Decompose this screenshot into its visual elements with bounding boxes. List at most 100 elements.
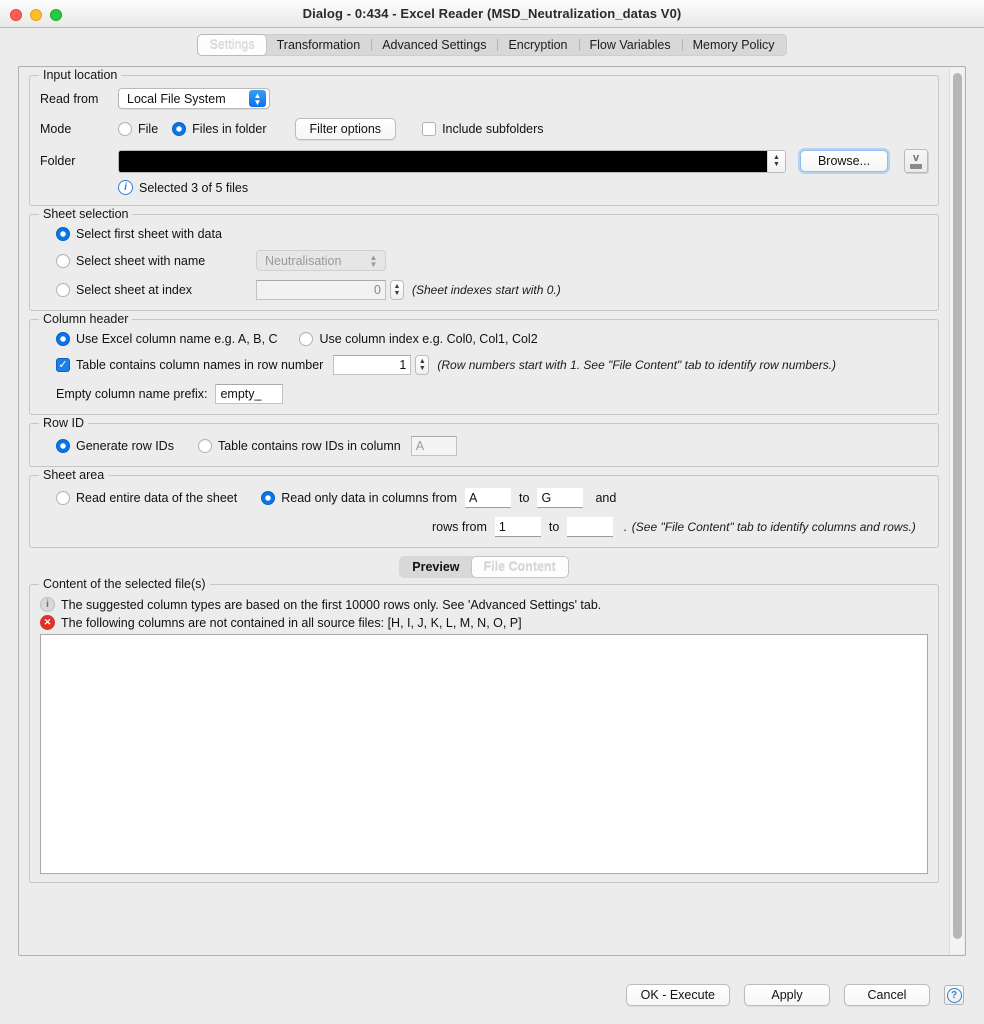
folder-row: Folder ▲ ▼ Browse... v <box>40 149 928 173</box>
group-input-location: Input location Read from Local File Syst… <box>29 68 939 206</box>
column-from-input[interactable]: A <box>465 488 512 508</box>
radio-select-sheet-with-name[interactable] <box>56 253 70 268</box>
question-mark-icon: ? <box>946 987 962 1003</box>
tab-memory-policy[interactable]: Memory Policy <box>681 35 786 55</box>
column-to-input[interactable]: G <box>537 488 584 508</box>
column-names-row-number-row: Table contains column names in row numbe… <box>40 355 928 375</box>
empty-prefix-row: Empty column name prefix: empty_ <box>40 384 928 404</box>
apply-button[interactable]: Apply <box>744 984 830 1006</box>
chevron-updown-icon[interactable]: ▲ ▼ <box>767 150 785 172</box>
folder-label: Folder <box>40 154 76 168</box>
filter-options-button[interactable]: Filter options <box>294 118 397 140</box>
info-message-text: The suggested column types are based on … <box>61 597 602 612</box>
tab-transformation[interactable]: Transformation <box>266 35 372 55</box>
tab-flow-variables[interactable]: Flow Variables <box>578 35 682 55</box>
group-legend-sheet-selection: Sheet selection <box>39 207 133 221</box>
radio-read-only-columns[interactable] <box>261 491 276 505</box>
dialog-footer: OK - Execute Apply Cancel ? <box>0 966 984 1024</box>
folder-path-input[interactable] <box>119 150 767 172</box>
tab-settings[interactable]: Settings <box>198 35 266 55</box>
and-label: and <box>595 491 617 505</box>
read-entire-sheet-label: Read entire data of the sheet <box>76 491 238 505</box>
row-id-column-input[interactable]: A <box>410 436 457 456</box>
empty-column-prefix-label: Empty column name prefix: <box>56 387 208 401</box>
group-sheet-area: Sheet area Read entire data of the sheet… <box>29 468 939 548</box>
checkbox-include-subfolders[interactable] <box>422 122 437 136</box>
flow-variable-icon: v <box>912 152 920 164</box>
select-first-sheet-label: Select first sheet with data <box>76 227 222 241</box>
panel-scrollbar-thumb[interactable] <box>953 73 962 939</box>
columns-to-label: to <box>519 491 530 505</box>
minimize-button-icon[interactable] <box>30 9 42 21</box>
mode-row: Mode File Files in folder Filter options… <box>40 118 928 140</box>
column-names-row-input[interactable]: 1 <box>333 355 412 375</box>
select-sheet-with-name-label: Select sheet with name <box>76 253 206 268</box>
sheet-index-stepper[interactable]: ▲ ▼ <box>390 280 404 300</box>
table-contains-column-names-label: Table contains column names in row numbe… <box>76 358 324 372</box>
tab-advanced-settings[interactable]: Advanced Settings <box>371 35 497 55</box>
rows-from-label: rows from <box>432 520 487 534</box>
browse-button[interactable]: Browse... <box>800 150 888 172</box>
column-names-row-stepper[interactable]: ▲ ▼ <box>415 355 430 375</box>
first-sheet-row: Select first sheet with data <box>40 227 928 241</box>
chevron-updown-icon: ▲ ▼ <box>369 252 378 269</box>
error-icon <box>40 615 55 630</box>
error-message-row: The following columns are not contained … <box>40 615 928 630</box>
mode-label: Mode <box>40 122 72 136</box>
radio-mode-files-in-folder[interactable] <box>172 122 187 136</box>
window-controls[interactable] <box>10 9 62 21</box>
group-legend-sheet-area: Sheet area <box>39 468 109 482</box>
mode-files-in-folder-label: Files in folder <box>192 122 267 136</box>
radio-read-entire-sheet[interactable] <box>56 491 70 505</box>
preview-tab-bar: Preview File Content <box>399 556 569 578</box>
read-from-select[interactable]: Local File System ▲ ▼ <box>118 88 270 109</box>
row-to-input[interactable] <box>567 517 614 537</box>
selected-files-text: Selected 3 of 5 files <box>139 180 249 195</box>
checkbox-table-contains-column-names[interactable] <box>56 358 70 372</box>
flow-variable-bar-icon <box>910 164 922 169</box>
empty-column-prefix-input[interactable]: empty_ <box>215 384 284 404</box>
radio-use-column-index[interactable] <box>299 332 314 346</box>
radio-mode-file[interactable] <box>118 122 132 136</box>
chevron-updown-icon: ▲ ▼ <box>249 90 266 107</box>
sheet-with-name-row: Select sheet with name Neutralisation ▲ ▼ <box>40 250 928 271</box>
ok-execute-button[interactable]: OK - Execute <box>625 984 730 1006</box>
column-name-mode-row: Use Excel column name e.g. A, B, C Use c… <box>40 332 928 346</box>
period-label: . <box>623 520 627 534</box>
radio-table-contains-row-ids[interactable] <box>197 439 212 453</box>
group-column-header: Column header Use Excel column name e.g.… <box>29 312 939 415</box>
close-button-icon[interactable] <box>10 9 22 21</box>
group-sheet-selection: Sheet selection Select first sheet with … <box>29 207 939 311</box>
file-content-body[interactable] <box>40 634 928 874</box>
flow-variable-button[interactable]: v <box>904 149 928 173</box>
radio-select-first-sheet[interactable] <box>56 227 70 241</box>
sheet-index-input[interactable]: 0 <box>256 280 386 300</box>
title-bar: Dialog - 0:434 - Excel Reader (MSD_Neutr… <box>0 0 984 28</box>
read-from-row: Read from Local File System ▲ ▼ <box>40 88 928 109</box>
tab-preview[interactable]: Preview <box>400 557 471 577</box>
info-icon: i <box>118 180 133 195</box>
zoom-button-icon[interactable] <box>50 9 62 21</box>
radio-use-excel-column-name[interactable] <box>56 332 70 346</box>
error-message-text: The following columns are not contained … <box>61 615 522 630</box>
sheet-name-select[interactable]: Neutralisation ▲ ▼ <box>256 250 386 271</box>
info-icon: i <box>40 597 55 612</box>
row-from-input[interactable]: 1 <box>494 517 541 537</box>
panel-scrollbar[interactable] <box>949 68 964 954</box>
cancel-button[interactable]: Cancel <box>844 984 930 1006</box>
group-row-id: Row ID Generate row IDs Table contains r… <box>29 416 939 467</box>
sheet-index-hint: (Sheet indexes start with 0.) <box>412 283 561 297</box>
folder-combo[interactable]: ▲ ▼ <box>118 149 786 173</box>
tab-file-content[interactable]: File Content <box>471 557 568 577</box>
row-id-row: Generate row IDs Table contains row IDs … <box>40 436 928 456</box>
excel-reader-dialog: Dialog - 0:434 - Excel Reader (MSD_Neutr… <box>0 0 984 1024</box>
sheet-area-rows-row: rows from 1 to . (See "File Content" tab… <box>40 517 928 537</box>
mode-file-label: File <box>138 122 159 136</box>
radio-generate-row-ids[interactable] <box>56 439 70 453</box>
group-legend-input-location: Input location <box>39 68 122 82</box>
help-button[interactable]: ? <box>944 985 964 1005</box>
rows-to-label: to <box>548 520 560 534</box>
tab-encryption[interactable]: Encryption <box>497 35 578 55</box>
settings-panel: Input location Read from Local File Syst… <box>18 66 966 956</box>
radio-select-sheet-at-index[interactable] <box>56 283 70 297</box>
